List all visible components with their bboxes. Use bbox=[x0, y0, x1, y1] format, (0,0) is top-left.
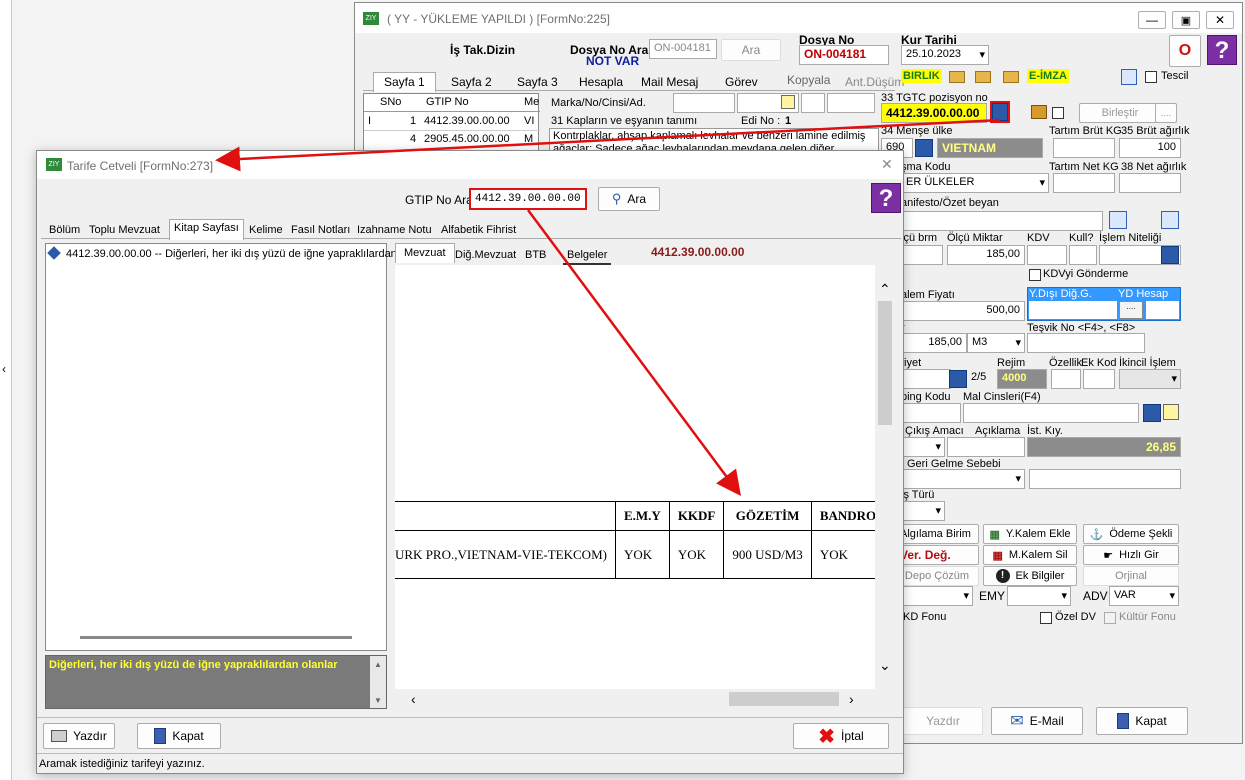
annotation-arrows bbox=[215, 118, 1001, 497]
arrow-to-tarife-title bbox=[215, 118, 1001, 172]
arrow-to-gozetim bbox=[526, 209, 741, 497]
